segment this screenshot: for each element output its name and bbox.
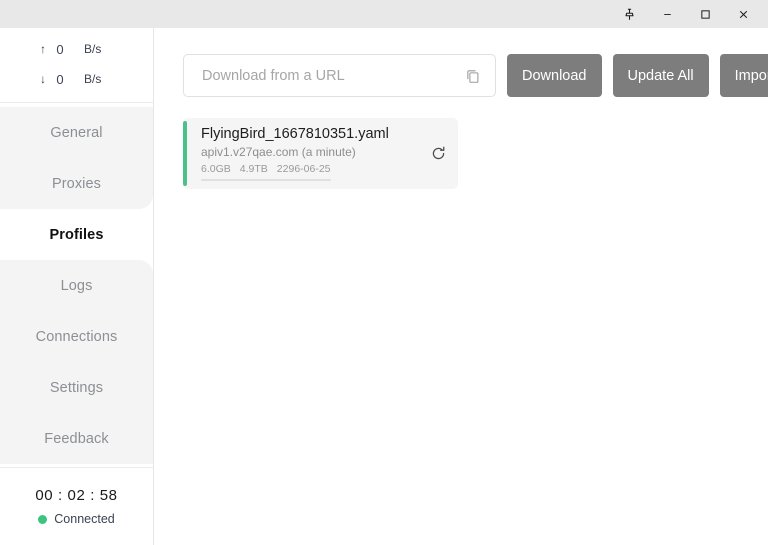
sidebar-nav-group-top: General Proxies <box>0 107 153 209</box>
pin-icon <box>624 8 634 20</box>
sidebar-item-profiles[interactable]: Profiles <box>0 209 153 260</box>
url-input-container[interactable] <box>183 54 496 97</box>
profile-name: FlyingBird_1667810351.yaml <box>201 126 389 142</box>
sidebar-item-proxies[interactable]: Proxies <box>0 158 153 209</box>
sidebar: ↑ 0 B/s ↓ 0 B/s General Proxies Profiles… <box>0 28 154 545</box>
toolbar: Download Update All Import <box>183 54 768 97</box>
download-speed-row: ↓ 0 B/s <box>0 64 153 94</box>
sidebar-nav-group-bottom: Logs Connections Settings Feedback <box>0 260 153 464</box>
url-input[interactable] <box>200 66 463 85</box>
speed-indicators: ↑ 0 B/s ↓ 0 B/s <box>0 28 153 103</box>
sidebar-nav: General Proxies Profiles Logs Connection… <box>0 103 153 467</box>
profile-expiry: 2296-06-25 <box>276 163 331 175</box>
profile-total: 4.9TB <box>239 163 268 175</box>
refresh-icon <box>432 146 444 160</box>
minimize-icon <box>663 13 671 15</box>
copy-icon-glyph <box>467 69 479 83</box>
download-speed-unit: B/s <box>84 72 102 86</box>
sidebar-item-settings[interactable]: Settings <box>0 362 153 413</box>
profile-refresh-button[interactable] <box>418 118 458 189</box>
connection-status-label: Connected <box>54 512 115 526</box>
upload-speed-unit: B/s <box>84 42 102 56</box>
download-button[interactable]: Download <box>507 54 602 97</box>
profile-card-body: FlyingBird_1667810351.yaml apiv1.v27qae.… <box>187 118 418 189</box>
status-dot-icon <box>38 514 48 524</box>
close-icon <box>739 10 747 18</box>
copy-icon[interactable] <box>463 66 483 86</box>
upload-speed-row: ↑ 0 B/s <box>0 34 153 64</box>
maximize-button[interactable] <box>686 1 724 27</box>
close-button[interactable] <box>724 1 762 27</box>
profile-stats: 6.0GB 4.9TB 2296-06-25 <box>201 163 418 175</box>
download-arrow-icon: ↓ <box>40 72 46 86</box>
profile-source: apiv1.v27qae.com (a minute) <box>201 145 356 159</box>
pin-button[interactable] <box>610 1 648 27</box>
sidebar-item-feedback[interactable]: Feedback <box>0 413 153 464</box>
profile-card[interactable]: FlyingBird_1667810351.yaml apiv1.v27qae.… <box>183 118 458 189</box>
connection-status: Connected <box>38 512 115 526</box>
maximize-icon <box>700 9 710 19</box>
main-content: Download Update All Import FlyingBird_16… <box>154 28 768 545</box>
sidebar-item-logs[interactable]: Logs <box>0 260 153 311</box>
upload-arrow-icon: ↑ <box>40 42 46 56</box>
minimize-button[interactable] <box>648 1 686 27</box>
title-bar <box>0 0 768 28</box>
upload-speed-value: 0 <box>56 41 64 57</box>
app-body: ↑ 0 B/s ↓ 0 B/s General Proxies Profiles… <box>0 28 768 545</box>
session-timer: 00 : 02 : 58 <box>35 487 118 504</box>
sidebar-item-connections[interactable]: Connections <box>0 311 153 362</box>
sidebar-item-general[interactable]: General <box>0 107 153 158</box>
download-speed-value: 0 <box>56 71 64 87</box>
profile-used: 6.0GB <box>201 163 231 175</box>
profile-progress-bar <box>201 179 331 181</box>
sidebar-footer: 00 : 02 : 58 Connected <box>0 467 153 545</box>
update-all-button[interactable]: Update All <box>612 54 709 97</box>
import-button[interactable]: Import <box>719 54 768 97</box>
profile-list: FlyingBird_1667810351.yaml apiv1.v27qae.… <box>183 118 768 189</box>
